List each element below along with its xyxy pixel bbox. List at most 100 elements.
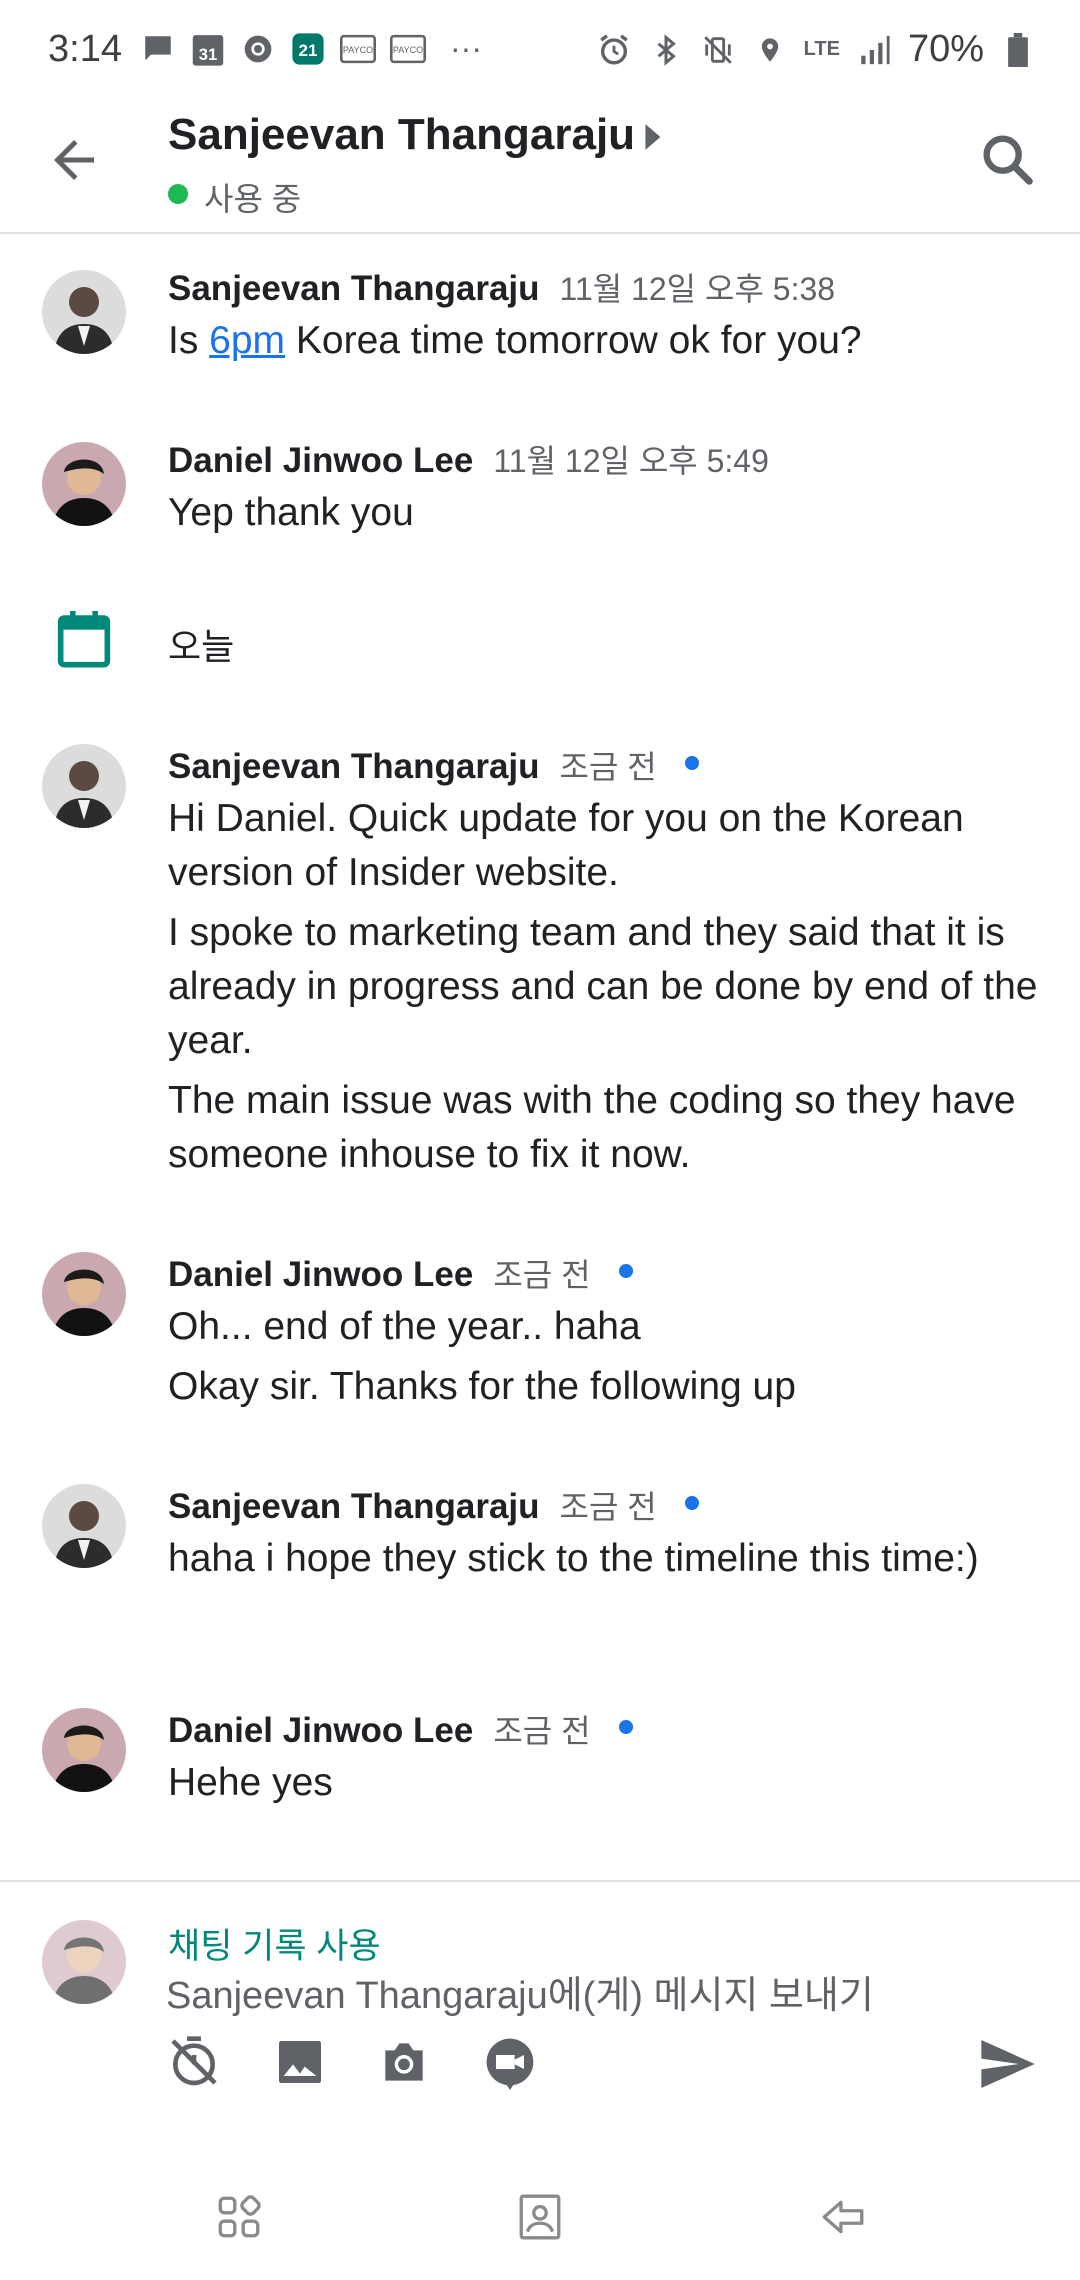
video-chat-icon	[482, 2038, 538, 2094]
message-timestamp: 조금 전	[493, 1257, 591, 1293]
time-link[interactable]: 6pm	[209, 319, 285, 362]
recent-apps-button[interactable]	[214, 2192, 264, 2242]
unread-indicator	[684, 1495, 699, 1510]
notification-icons: 31 21 PAYCO PAYCO ···	[140, 30, 482, 67]
chat-notification-icon	[140, 31, 176, 67]
timer-off-icon	[166, 2036, 222, 2094]
calendar-notification-icon: 31	[190, 31, 226, 67]
video-meeting-button[interactable]	[482, 2034, 538, 2090]
message-line: Okay sir. Thanks for the following up	[168, 1365, 796, 1408]
system-icons: LTE 70%	[596, 28, 1036, 71]
payco-text-2: PAYCO	[393, 44, 423, 54]
message-input[interactable]	[166, 1966, 1006, 2026]
search-button[interactable]	[976, 128, 1040, 192]
sender-name: Daniel Jinwoo Lee 11월 12일 오후 5:49	[168, 436, 769, 482]
calendar-day-text: 31	[199, 45, 217, 64]
caret-right-icon[interactable]	[642, 122, 666, 152]
home-button[interactable]	[515, 2192, 565, 2242]
camera-icon	[376, 2043, 432, 2094]
back-nav-icon	[818, 2200, 868, 2246]
avatar[interactable]	[42, 442, 126, 526]
payco-text-1: PAYCO	[343, 44, 373, 54]
sender-name-text: Sanjeevan Thangaraju	[168, 747, 540, 786]
sender-name: Sanjeevan Thangaraju 조금 전	[168, 742, 699, 788]
history-off-button[interactable]	[166, 2034, 222, 2090]
avatar[interactable]	[42, 1252, 126, 1336]
send-icon	[976, 2040, 1040, 2098]
signal-icon	[856, 32, 892, 68]
message-line: Yep thank you	[168, 491, 414, 534]
sender-name-text: Daniel Jinwoo Lee	[168, 441, 474, 480]
message-composer: 채팅 기록 사용	[0, 1880, 1080, 2102]
battery-percent: 70%	[907, 28, 984, 70]
network-type: LTE	[803, 38, 840, 60]
alarm-icon	[596, 32, 632, 68]
message-line: Hi Daniel. Quick update for you on the K…	[168, 797, 964, 894]
message-text: Hi Daniel. Quick update for you on the K…	[168, 792, 1048, 1188]
calendar-icon	[56, 608, 112, 670]
sender-name-text: Sanjeevan Thangaraju	[168, 1487, 540, 1526]
message-timestamp: 조금 전	[559, 1489, 657, 1525]
chat-header: Sanjeevan Thangaraju 사용 중	[0, 100, 1080, 234]
search-icon	[976, 135, 1040, 196]
date-separator: 오늘	[168, 626, 235, 667]
message-line: Hehe yes	[168, 1761, 333, 1804]
back-button[interactable]	[44, 130, 104, 190]
sender-name: Daniel Jinwoo Lee 조금 전	[168, 1250, 633, 1296]
unread-indicator	[618, 1719, 633, 1734]
app-badge-text: 21	[299, 41, 318, 60]
status-time: 3:14	[48, 28, 122, 70]
sender-name-text: Sanjeevan Thangaraju	[168, 269, 540, 308]
message-text: Hehe yes	[168, 1756, 1048, 1816]
arrow-back-icon	[44, 140, 104, 194]
message-text: Yep thank you	[168, 486, 1048, 546]
avatar[interactable]	[42, 744, 126, 828]
message-timestamp: 11월 12일 오후 5:49	[493, 443, 769, 479]
recent-apps-icon	[214, 2195, 264, 2246]
message-timestamp: 조금 전	[493, 1713, 591, 1749]
presence-dot	[168, 184, 188, 204]
presence-status: 사용 중	[204, 181, 302, 217]
sender-name: Sanjeevan Thangaraju 조금 전	[168, 1482, 699, 1528]
sender-name-text: Daniel Jinwoo Lee	[168, 1711, 474, 1750]
bluetooth-icon	[648, 32, 684, 68]
avatar[interactable]	[42, 270, 126, 354]
chat-history-toggle[interactable]: 채팅 기록 사용	[168, 1918, 381, 1969]
home-icon	[515, 2194, 565, 2246]
avatar[interactable]	[42, 1708, 126, 1792]
message-text: Is 6pm Korea time tomorrow ok for you?	[168, 314, 1048, 368]
send-button[interactable]	[976, 2034, 1040, 2094]
at-sign-icon	[240, 31, 276, 67]
sender-name: Daniel Jinwoo Lee 조금 전	[168, 1706, 633, 1752]
message-line: Oh... end of the year.. haha	[168, 1305, 641, 1348]
status-bar: 3:14 31 21 PAYCO PAYCO ··· LTE 70%	[0, 0, 1080, 100]
avatar[interactable]	[42, 1484, 126, 1568]
self-avatar	[42, 1920, 126, 2004]
message-line: The main issue was with the coding so th…	[168, 1079, 1016, 1176]
sender-name-text: Daniel Jinwoo Lee	[168, 1255, 474, 1294]
camera-button[interactable]	[376, 2034, 432, 2090]
image-button[interactable]	[272, 2034, 328, 2090]
system-nav-bar	[0, 2140, 1080, 2280]
vibrate-mute-icon	[700, 32, 736, 68]
message-timestamp: 11월 12일 오후 5:38	[559, 271, 836, 307]
message-text: haha i hope they stick to the timeline t…	[168, 1532, 1048, 1592]
sender-name: Sanjeevan Thangaraju 11월 12일 오후 5:38	[168, 264, 835, 310]
image-icon	[272, 2041, 328, 2094]
unread-indicator	[618, 1263, 633, 1278]
app-badge-icon: 21	[290, 31, 326, 67]
message-text: Oh... end of the year.. haha Okay sir. T…	[168, 1300, 1048, 1420]
message-line: haha i hope they stick to the timeline t…	[168, 1537, 979, 1580]
message-text-part: Is	[168, 319, 210, 362]
location-icon	[752, 32, 788, 68]
message-text-part: Korea time tomorrow ok for you?	[285, 319, 862, 362]
unread-indicator	[684, 755, 699, 770]
payco-notification-icon: PAYCO	[340, 31, 376, 67]
battery-icon	[1000, 32, 1036, 68]
payco-notification-icon-2: PAYCO	[390, 31, 426, 67]
more-notifications: ···	[450, 30, 482, 66]
message-timestamp: 조금 전	[559, 749, 657, 785]
message-line: I spoke to marketing team and they said …	[168, 911, 1038, 1062]
back-nav-button[interactable]	[818, 2192, 868, 2242]
chat-title[interactable]: Sanjeevan Thangaraju	[168, 110, 635, 160]
